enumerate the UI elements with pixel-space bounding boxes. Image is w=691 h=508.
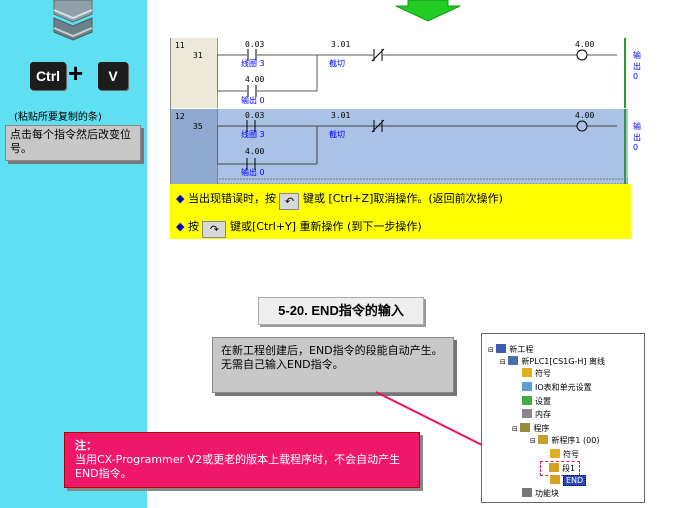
version-note: 注： 当用CX-Programmer V2或更老的版本上载程序时，不会自动产生E… [64, 432, 420, 488]
note-text: 当用CX-Programmer V2或更老的版本上载程序时，不会自动产生END指… [75, 453, 401, 480]
contact-comment: 线圈 3 [241, 130, 265, 139]
program-icon [538, 435, 549, 444]
contact-address: 0.03 [245, 40, 265, 49]
end-info-line2: 无需自己输入END指令。 [221, 358, 344, 371]
symbols-icon [522, 368, 532, 377]
contact-address: 3.01 [331, 111, 351, 120]
plc-icon [508, 356, 519, 365]
coil-address: 4.00 [575, 111, 595, 120]
redo-text-pre: 按 [187, 220, 199, 233]
undo-icon[interactable]: ↶ [279, 193, 300, 210]
end-info-box: 在新工程创建后，END指令的段能自动产生。 无需自己输入END指令。 [212, 337, 454, 393]
rung-12-selected[interactable]: 12 35 0.03 线圈 3 3.01 截切 4.00 输出 0 4.00 输… [171, 109, 641, 184]
rung-11[interactable]: 11 31 0.03 线圈 3 3.01 截切 4.00 输出 0 4.00 输… [171, 38, 641, 108]
coil-address: 4.00 [575, 40, 595, 49]
contact-comment: 截切 [329, 59, 345, 68]
project-tree: ⊟ 新工程 ⊟ 新PLC1[CS1G-H] 离线 符号 IO表和单元设置 设置 … [481, 333, 645, 503]
paste-icon [53, 0, 93, 41]
contact-comment: 线圈 3 [241, 59, 265, 68]
v-key-label: V [108, 68, 118, 84]
rung-12-wiring [217, 109, 628, 184]
undo-text-pre: 当出现错误时，按 [187, 192, 276, 205]
ctrl-key-label: Ctrl [35, 68, 61, 84]
memory-icon [522, 409, 532, 418]
ctrl-key-icon: Ctrl [30, 62, 66, 90]
tip-text: 点击每个指令然后改变位号。 [10, 128, 131, 155]
coil-comment: 输出 0 [633, 51, 641, 81]
v-key-icon: V [98, 62, 128, 90]
plus-sign: + [68, 58, 84, 88]
step-number: 35 [193, 122, 203, 131]
tree-item-memory[interactable]: 内存 [522, 409, 551, 420]
rung-number: 11 [175, 41, 185, 50]
contact-address: 3.01 [331, 40, 351, 49]
rung-11-wiring [217, 38, 626, 108]
tree-item-section1[interactable]: 段1 [540, 461, 581, 476]
contact-address: 0.03 [245, 111, 265, 120]
rung-number: 12 [175, 112, 185, 121]
undo-redo-note: ◆ 当出现错误时，按 ↶ 键或 [Ctrl+Z]取消操作。(返回前次操作) ◆ … [170, 184, 631, 239]
undo-line: ◆ 当出现错误时，按 ↶ 键或 [Ctrl+Z]取消操作。(返回前次操作) [176, 190, 503, 210]
rung-number-cell: 12 35 [171, 109, 218, 184]
paste-caption: (粘贴所要复制的条) [14, 112, 102, 123]
branch-comment: 输出 0 [241, 96, 265, 105]
branch-address: 4.00 [245, 75, 265, 84]
end-info-line1: 在新工程创建后，END指令的段能自动产生。 [221, 344, 443, 357]
tree-item-symbols[interactable]: 符号 [522, 368, 551, 379]
rung-number-cell: 11 31 [171, 38, 218, 108]
step-number: 31 [193, 51, 203, 60]
bullet-icon: ◆ [176, 220, 185, 233]
symbols-icon [550, 449, 560, 458]
tree-item-settings[interactable]: 设置 [522, 396, 551, 407]
tree-item-function-blocks[interactable]: 功能块 [522, 488, 559, 499]
redo-icon[interactable]: ↷ [202, 221, 227, 238]
project-icon [496, 344, 507, 353]
coil-comment: 输出 0 [633, 122, 641, 152]
io-table-icon [522, 382, 532, 391]
ladder-diagram: 11 31 0.03 线圈 3 3.01 截切 4.00 输出 0 4.00 输… [170, 38, 641, 184]
branch-comment: 输出 0 [241, 168, 265, 177]
tree-item-plc[interactable]: ⊟ 新PLC1[CS1G-H] 离线 [500, 356, 605, 367]
section-icon [550, 475, 560, 484]
section-icon [549, 463, 559, 472]
tree-item-io-table[interactable]: IO表和单元设置 [522, 382, 592, 393]
note-heading: 注： [75, 439, 97, 452]
tree-item-program1[interactable]: ⊟ 新程序1 (00) [530, 435, 599, 446]
function-block-icon [522, 488, 532, 497]
branch-address: 4.00 [245, 147, 265, 156]
tree-item-programs[interactable]: ⊟ 程序 [512, 423, 549, 434]
bullet-icon: ◆ [176, 192, 185, 205]
redo-text-post: 键或[Ctrl+Y] 重新操作 (到下一步操作) [229, 220, 422, 233]
tip-box: 点击每个指令然后改变位号。 [5, 125, 141, 161]
tree-item-prog-symbols[interactable]: 符号 [550, 449, 579, 460]
contact-comment: 截切 [329, 130, 345, 139]
redo-line: ◆ 按 ↷ 键或[Ctrl+Y] 重新操作 (到下一步操作) [176, 218, 422, 238]
tree-item-end[interactable]: END [550, 475, 587, 486]
undo-text-post: 键或 [Ctrl+Z]取消操作。(返回前次操作) [302, 192, 503, 205]
settings-icon [522, 396, 532, 405]
section-title: 5-20. END指令的输入 [258, 297, 424, 325]
tree-item-root[interactable]: ⊟ 新工程 [488, 344, 533, 355]
down-arrow-icon [395, 0, 461, 22]
programs-icon [520, 423, 531, 432]
